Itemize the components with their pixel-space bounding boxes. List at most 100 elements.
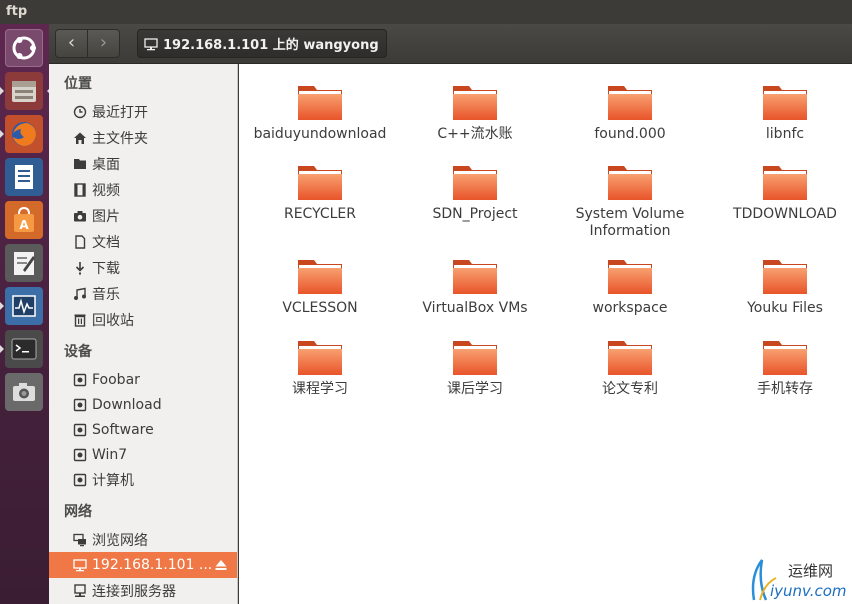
sidebar-item-documents[interactable]: 文档 (49, 229, 237, 255)
sidebar-item-label: Foobar (92, 372, 140, 388)
folder-icon (298, 86, 342, 120)
sidebar-item-label: 文档 (92, 235, 120, 251)
folder-item[interactable]: 课程学习 (245, 337, 395, 398)
sidebar-item-downloads[interactable]: 下载 (49, 255, 237, 281)
file-name: libnfc (765, 126, 805, 142)
sidebar-item-label: 桌面 (92, 157, 120, 173)
launcher-writer[interactable] (5, 158, 43, 196)
folder-item[interactable]: System Volume Information (555, 162, 705, 240)
desktop-folder-icon (72, 156, 88, 172)
file-name: 课后学习 (447, 381, 503, 397)
sidebar-item-label: 音乐 (92, 287, 120, 303)
folder-item[interactable]: 手机转存 (710, 337, 852, 398)
back-button[interactable]: ‹ (55, 29, 88, 58)
folder-item[interactable]: VirtualBox VMs (400, 256, 550, 317)
section-places: 位置 (64, 76, 92, 92)
sidebar-item-ftp-share[interactable]: 192.168.1.101 ... (49, 552, 237, 578)
server-icon (72, 583, 88, 599)
launcher: A (0, 24, 51, 604)
sidebar-item-home[interactable]: 主文件夹 (49, 125, 237, 151)
drive-icon (72, 372, 88, 388)
folder-item[interactable]: Youku Files (710, 256, 852, 317)
sidebar-item-label: 视频 (92, 183, 120, 199)
drive-icon (72, 422, 88, 438)
launcher-system-monitor[interactable] (0, 287, 43, 325)
sidebar-item-software[interactable]: Software (49, 417, 237, 443)
folder-item[interactable]: baiduyundownload (245, 82, 395, 143)
ubuntu-dash-icon (12, 36, 36, 60)
section-devices: 设备 (64, 344, 92, 360)
file-manager-icon (12, 81, 36, 102)
folder-item[interactable]: C++流水账 (400, 82, 550, 143)
section-network: 网络 (64, 504, 92, 520)
eject-icon[interactable] (214, 558, 228, 576)
sidebar-item-music[interactable]: 音乐 (49, 281, 237, 307)
watermark-line1: 运维网 (788, 562, 834, 580)
sidebar-item-computer[interactable]: 计算机 (49, 467, 237, 493)
sidebar-item-label: 192.168.1.101 ... (92, 557, 213, 573)
folder-icon (453, 86, 497, 120)
firefox-icon (12, 122, 36, 146)
home-icon (72, 130, 88, 146)
drive-icon (72, 472, 88, 488)
folder-item[interactable]: found.000 (555, 82, 705, 143)
sidebar-item-label: 最近打开 (92, 105, 148, 121)
sidebar-item-label: 浏览网络 (92, 533, 148, 549)
video-icon (72, 182, 88, 198)
text-editor-icon (14, 252, 35, 275)
sidebar-item-pictures[interactable]: 图片 (49, 203, 237, 229)
folder-item[interactable]: SDN_Project (400, 162, 550, 223)
network-share-icon (72, 557, 88, 573)
folder-item[interactable]: RECYCLER (245, 162, 395, 223)
file-name: 论文专利 (602, 381, 658, 397)
folder-icon (608, 86, 652, 120)
sidebar-item-browse-network[interactable]: 浏览网络 (49, 527, 237, 553)
sidebar-item-label: 计算机 (92, 473, 134, 489)
launcher-text-editor[interactable] (5, 244, 43, 282)
writer-icon (15, 165, 33, 189)
software-center-icon: A (14, 206, 34, 232)
launcher-terminal[interactable] (0, 330, 43, 368)
sidebar-item-desktop[interactable]: 桌面 (49, 151, 237, 177)
drive-icon (72, 397, 88, 413)
launcher-camera[interactable] (5, 373, 43, 411)
camera-icon (13, 383, 35, 401)
folder-icon (453, 166, 497, 200)
folder-item[interactable]: TDDOWNLOAD (710, 162, 852, 223)
sidebar-item-label: Download (92, 397, 162, 413)
folder-item[interactable]: VCLESSON (245, 256, 395, 317)
folder-item[interactable]: 论文专利 (555, 337, 705, 398)
file-name: 手机转存 (757, 381, 813, 397)
path-bar-button[interactable]: 192.168.1.101 上的 wangyong (137, 29, 387, 58)
sidebar-item-win7[interactable]: Win7 (49, 442, 237, 468)
folder-item[interactable]: libnfc (710, 82, 852, 143)
file-name: RECYCLER (283, 206, 357, 222)
folder-icon (608, 341, 652, 375)
launcher-firefox[interactable] (0, 115, 43, 153)
sidebar-item-download-drive[interactable]: Download (49, 392, 237, 418)
forward-button[interactable]: › (87, 29, 120, 58)
sidebar-item-foobar[interactable]: Foobar (49, 367, 237, 393)
sidebar-item-connect-server[interactable]: 连接到服务器 (49, 578, 237, 604)
sidebar-item-recent[interactable]: 最近打开 (49, 99, 237, 125)
drive-icon (72, 447, 88, 463)
folder-item[interactable]: 课后学习 (400, 337, 550, 398)
sidebar-item-label: 下载 (92, 261, 120, 277)
folder-item[interactable]: workspace (555, 256, 705, 317)
sidebar-item-label: 主文件夹 (92, 131, 148, 147)
folder-icon (298, 166, 342, 200)
file-name: SDN_Project (432, 206, 518, 222)
launcher-dash[interactable] (5, 29, 43, 67)
file-name: workspace (592, 300, 668, 316)
network-share-icon (144, 37, 158, 50)
file-name: 课程学习 (292, 381, 348, 397)
launcher-software-center[interactable]: A (5, 201, 43, 239)
launcher-files[interactable] (0, 72, 51, 110)
sidebar-item-videos[interactable]: 视频 (49, 177, 237, 203)
path-label: 192.168.1.101 上的 wangyong (163, 38, 379, 53)
sidebar-item-trash[interactable]: 回收站 (49, 307, 237, 333)
folder-icon (608, 166, 652, 200)
music-icon (72, 286, 88, 302)
file-name: C++流水账 (437, 126, 513, 142)
file-view: baiduyundownload C++流水账 found.000 libnfc… (239, 64, 852, 604)
